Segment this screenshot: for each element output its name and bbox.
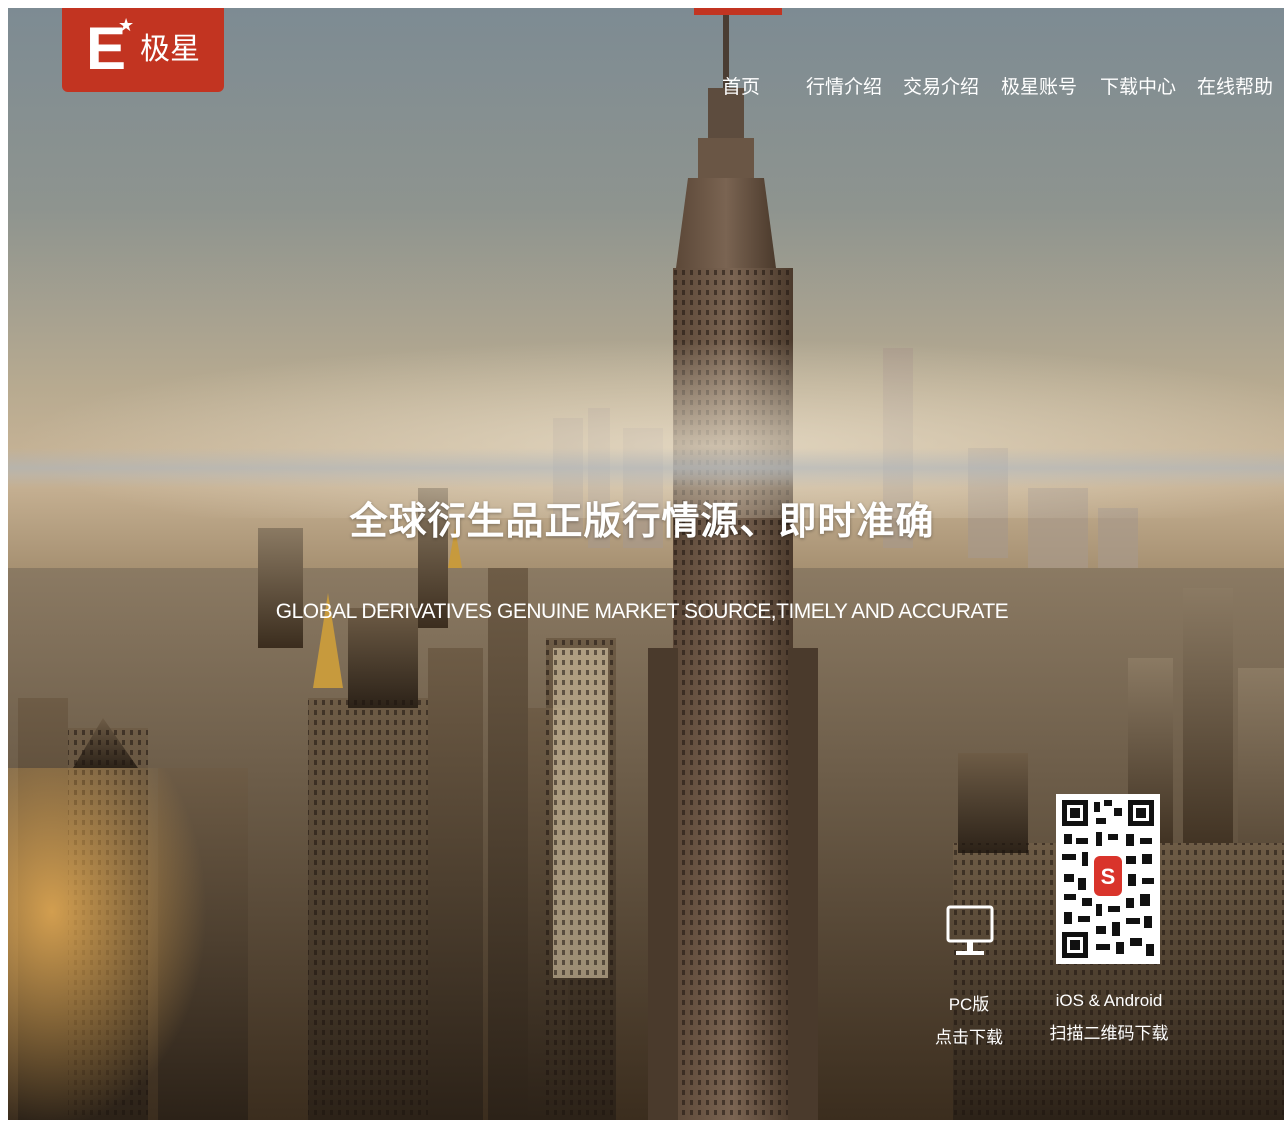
hero-headline: 全球衍生品正版行情源、即时准确 — [349, 501, 935, 543]
nav-item-help[interactable]: 在线帮助 — [1197, 72, 1273, 99]
nav-item-home[interactable]: 首页 — [722, 72, 760, 99]
mobile-label-line2: 扫描二维码下载 — [1049, 1024, 1169, 1043]
pc-download-label[interactable]: PC版 点击下载 — [934, 988, 1004, 1054]
qr-code-icon: S — [1056, 794, 1160, 964]
mobile-label-line1: iOS & Android — [1055, 991, 1163, 1010]
monitor-icon — [946, 905, 994, 955]
hero-subline: GLOBAL DERIVATIVES GENUINE MARKET SOURCE… — [275, 600, 1009, 623]
nav-item-market[interactable]: 行情介绍 — [806, 72, 882, 99]
nav-item-account[interactable]: 极星账号 — [1001, 72, 1077, 99]
pc-label-line2: 点击下载 — [935, 1028, 1003, 1047]
star-icon: ★ — [118, 15, 135, 35]
svg-text:S: S — [1101, 864, 1116, 889]
logo-name: 极星 — [140, 33, 200, 66]
nav-item-trading[interactable]: 交易介绍 — [903, 72, 979, 99]
nav-item-download[interactable]: 下载中心 — [1100, 72, 1176, 99]
nav-active-indicator — [694, 8, 782, 15]
main-nav: 首页 行情介绍 交易介绍 极星账号 下载中心 在线帮助 — [0, 72, 1284, 102]
mobile-download-label: iOS & Android 扫描二维码下载 — [1044, 984, 1174, 1050]
pc-label-line1: PC版 — [948, 995, 990, 1014]
